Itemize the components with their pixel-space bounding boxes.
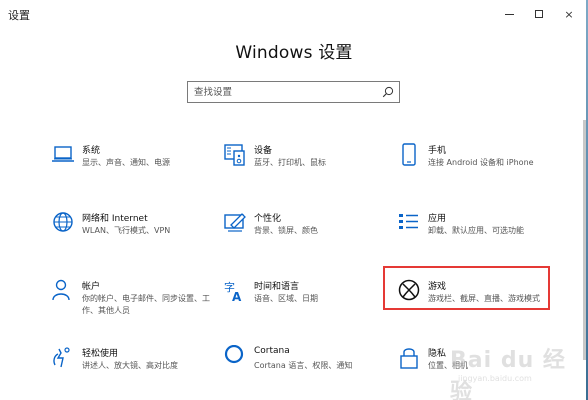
- window-title: 设置: [8, 9, 30, 22]
- settings-item-cortana[interactable]: Cortana Cortana 语言、权限、通知: [222, 345, 382, 393]
- settings-item-phone[interactable]: 手机 连接 Android 设备和 iPhone: [396, 142, 556, 190]
- item-title: 设备: [254, 146, 273, 156]
- close-button[interactable]: ×: [554, 0, 584, 28]
- settings-item-system[interactable]: 系统 显示、声音、通知、电源: [50, 142, 210, 190]
- time-language-icon: 字 A: [224, 280, 242, 304]
- person-icon: [52, 279, 70, 301]
- ease-of-access-icon: [53, 347, 70, 368]
- settings-item-ease-of-access[interactable]: 轻松使用 讲述人、放大镜、高对比度: [50, 345, 210, 393]
- minimize-icon: [504, 13, 514, 15]
- minimize-button[interactable]: [494, 0, 524, 28]
- item-description: 你的帐户、电子邮件、同步设置、工作、其他人员: [82, 294, 210, 315]
- item-title: 时间和语言: [254, 282, 300, 292]
- item-title: 网络和 Internet: [82, 214, 148, 224]
- phone-icon: [402, 143, 416, 166]
- item-title: 应用: [428, 214, 447, 224]
- item-description: 背景、锁屏、颜色: [254, 226, 318, 235]
- item-description: 连接 Android 设备和 iPhone: [428, 158, 534, 167]
- settings-window: 设置 × Windows 设置 系统 显示、声音、通知、电源: [0, 0, 588, 400]
- item-description: 语音、区域、日期: [254, 294, 318, 303]
- settings-item-devices[interactable]: 设备 蓝牙、打印机、鼠标: [222, 142, 382, 190]
- laptop-icon: [52, 146, 74, 162]
- close-icon: ×: [564, 7, 574, 21]
- page-title: Windows 设置: [235, 43, 353, 63]
- svg-text:A: A: [232, 290, 242, 304]
- settings-item-accounts[interactable]: 帐户 你的帐户、电子邮件、同步设置、工作、其他人员: [50, 278, 210, 326]
- item-description: Cortana 语言、权限、通知: [254, 361, 353, 370]
- cortana-icon: [224, 345, 244, 364]
- item-title: 帐户: [82, 282, 101, 292]
- maximize-button[interactable]: [524, 0, 554, 28]
- item-description: 蓝牙、打印机、鼠标: [254, 158, 326, 167]
- maximize-icon: [535, 10, 543, 18]
- search-icon[interactable]: [382, 86, 394, 98]
- apps-icon: [399, 214, 418, 229]
- devices-icon: [224, 144, 245, 166]
- globe-icon: [53, 212, 73, 232]
- item-title: 轻松使用: [82, 349, 119, 359]
- watermark-logo: Bai du 经验: [450, 348, 566, 400]
- search-input[interactable]: [194, 85, 374, 99]
- personalization-icon: [224, 213, 246, 232]
- title-bar: 设置 ×: [0, 0, 588, 28]
- item-description: 讲述人、放大镜、高对比度: [82, 361, 178, 370]
- search-box[interactable]: [187, 81, 400, 103]
- settings-item-personalization[interactable]: 个性化 背景、锁屏、颜色: [222, 210, 382, 258]
- watermark: Bai du 经验 jingyan.baidu.com: [442, 340, 586, 400]
- settings-item-time-language[interactable]: 字 A 时间和语言 语音、区域、日期: [222, 278, 382, 326]
- item-description: 卸载、默认应用、可选功能: [428, 226, 524, 235]
- item-title: 系统: [82, 146, 101, 156]
- item-description: WLAN、飞行模式、VPN: [82, 226, 171, 235]
- item-description: 显示、声音、通知、电源: [82, 158, 170, 167]
- item-title: Cortana: [254, 346, 290, 356]
- item-title: 个性化: [254, 214, 282, 224]
- settings-item-apps[interactable]: 应用 卸载、默认应用、可选功能: [396, 210, 556, 258]
- settings-item-network[interactable]: 网络和 Internet WLAN、飞行模式、VPN: [50, 210, 210, 258]
- highlight-annotation: [383, 266, 550, 310]
- item-title: 手机: [428, 146, 447, 156]
- watermark-url: jingyan.baidu.com: [458, 374, 532, 383]
- lock-icon: [400, 348, 418, 369]
